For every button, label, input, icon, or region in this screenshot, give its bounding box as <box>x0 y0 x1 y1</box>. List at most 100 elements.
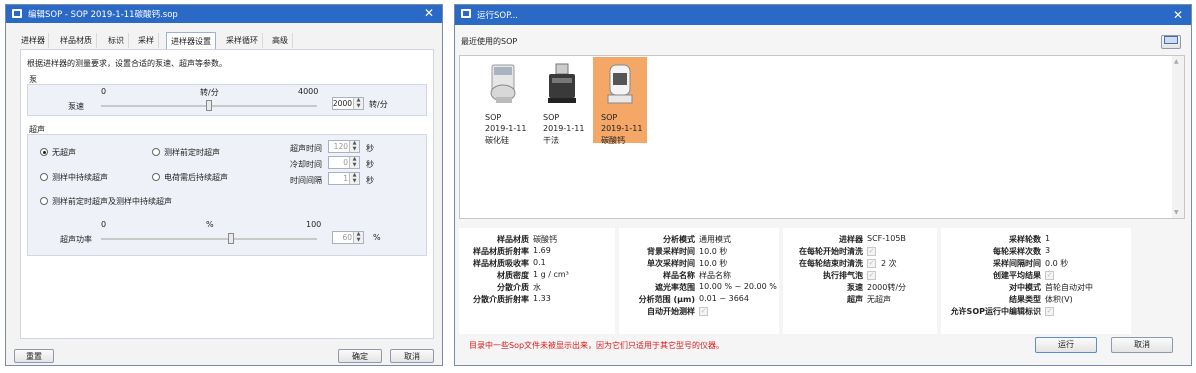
pump-speed-label: 泵速 <box>68 102 84 111</box>
info-label: 泵速 <box>847 283 863 292</box>
power-min-label: 0 <box>101 220 107 229</box>
power-label: 超声功率 <box>60 235 92 244</box>
info-value: 2 次 <box>881 259 897 268</box>
tab-sampling-cycle[interactable]: 采样循环 <box>222 33 263 48</box>
radio-timed-before[interactable] <box>152 148 160 156</box>
close-icon[interactable]: ✕ <box>424 6 434 20</box>
cancel-button[interactable]: 取消 <box>1111 337 1173 353</box>
info-label: 在每轮结束时清洗 <box>799 259 863 268</box>
radio-timed-and-continuous[interactable] <box>40 197 48 205</box>
tile-line1: SOP <box>601 113 618 122</box>
info-value: 样品名称 <box>699 271 731 280</box>
info-label: 在每轮开始时清洗 <box>799 247 863 256</box>
info-value: SCF-105B <box>867 234 906 243</box>
power-slider-track[interactable] <box>101 238 317 240</box>
scroll-up-icon[interactable]: ▲ <box>1174 58 1179 65</box>
info-label: 分析范围 (μm) <box>638 295 695 304</box>
tile-line1: SOP <box>543 113 560 122</box>
app-icon <box>461 9 471 18</box>
pump-speed-value: 2000 <box>332 99 352 108</box>
tile-line3: 碳化硅 <box>485 136 509 145</box>
checkbox[interactable]: ✓ <box>699 307 708 316</box>
reset-button[interactable]: 重置 <box>14 349 54 363</box>
info-value: 1 g / cm³ <box>533 270 569 279</box>
sop-tile[interactable]: SOP 2019-1-11 干法 <box>535 57 589 145</box>
info-label: 执行排气泡 <box>823 271 863 280</box>
power-stepper[interactable]: 60 ▲ ▼ <box>332 231 364 244</box>
spin-arrows-icon[interactable]: ▲ ▼ <box>349 156 359 168</box>
tile-line3: 干法 <box>543 136 559 145</box>
cancel-button[interactable]: 取消 <box>390 349 434 363</box>
power-slider-thumb[interactable] <box>227 233 234 244</box>
view-mode-icon <box>1164 36 1178 44</box>
sop-tile[interactable]: SOP 2019-1-11 碳化硅 <box>477 57 531 145</box>
tile-line1: SOP <box>485 113 502 122</box>
spin-arrows-icon[interactable]: ▲ ▼ <box>353 97 363 109</box>
info-analysis: 分析模式 通用模式 背景采样时间 10.0 秒单次采样时间 10.0 秒样品名称 样品名称… <box>619 228 779 334</box>
power-value: 60 <box>342 233 352 242</box>
checkbox[interactable]: ✓ <box>1045 307 1054 316</box>
pump-min-label: 0 <box>101 87 107 96</box>
run-button[interactable]: 运行 <box>1035 337 1097 353</box>
info-label: 采样间隔时间 <box>993 259 1041 268</box>
view-mode-button[interactable] <box>1161 35 1181 49</box>
info-label: 样品材质 <box>497 235 529 244</box>
radio-continuous-during[interactable] <box>40 173 48 181</box>
interval-time-stepper[interactable]: 1 ▲ ▼ <box>328 172 360 185</box>
list-scrollbar[interactable]: ▲ ▼ <box>1172 56 1184 218</box>
info-label: 样品材质折射率 <box>473 247 529 256</box>
checkbox[interactable]: ✓ <box>867 247 876 256</box>
checkbox[interactable]: ✓ <box>867 271 876 280</box>
info-value: 0.01 ~ 3664 <box>699 294 749 303</box>
tab-sampler[interactable]: 进样器 <box>18 33 49 48</box>
instruction-text: 根据进样器的测量要求，设置合适的泵速、超声等参数。 <box>27 59 227 68</box>
edit-sop-titlebar[interactable]: 编辑SOP - SOP 2019-1-11碳酸钙.sop ✕ <box>6 5 442 23</box>
info-label: 分析模式 <box>663 235 695 244</box>
info-sample-material: 样品材质 碳酸钙 样品材质折射率 1.69 样品材质吸收率 0.1 材质密度 1 g / cm… <box>459 228 615 334</box>
cooling-time-stepper[interactable]: 0 ▲ ▼ <box>328 156 360 169</box>
pump-speed-stepper[interactable]: 2000 ▲ ▼ <box>332 97 364 110</box>
tab-sampler-settings[interactable]: 进样器设置 <box>166 32 216 50</box>
info-label: 采样轮数 <box>1009 235 1041 244</box>
tab-advanced[interactable]: 高级 <box>268 33 293 48</box>
info-label: 分散介质 <box>497 283 529 292</box>
info-label: 单次采样时间 <box>647 259 695 268</box>
info-value: 首轮自动对中 <box>1045 283 1093 292</box>
tab-sample-material[interactable]: 样品材质 <box>56 33 97 48</box>
scroll-down-icon[interactable]: ▼ <box>1174 209 1179 216</box>
sop-tile-selected[interactable]: SOP 2019-1-11 碳酸钙 <box>593 57 647 145</box>
spin-arrows-icon[interactable]: ▲ ▼ <box>349 140 359 152</box>
info-label: 结果类型 <box>1009 295 1041 304</box>
info-value: 10.00 % ~ 20.00 % <box>699 282 777 291</box>
warning-text: 目录中一些Sop文件未被显示出来，因为它们只适用于其它型号的仪器。 <box>469 341 725 350</box>
interval-time-unit: 秒 <box>366 176 374 185</box>
power-value-unit: % <box>373 233 381 242</box>
info-value: 体积(V) <box>1045 295 1073 304</box>
pump-slider-thumb[interactable] <box>206 100 212 111</box>
info-label: 允许SOP运行中编辑标识 <box>950 307 1041 316</box>
radio-no-ultrasound[interactable] <box>40 148 48 156</box>
info-label: 样品材质吸收率 <box>473 259 529 268</box>
close-icon[interactable]: ✕ <box>1173 8 1183 22</box>
info-value: 无超声 <box>867 295 891 304</box>
spin-arrows-icon[interactable]: ▲ ▼ <box>353 231 363 243</box>
pump-group: 0 转/分 4000 泵速 2000 ▲ ▼ 转/分 <box>27 84 427 116</box>
run-sop-titlebar[interactable]: 运行SOP... ✕ <box>455 5 1191 25</box>
interval-time-label: 时间间隔 <box>290 176 322 185</box>
tab-identification[interactable]: 标识 <box>104 33 129 48</box>
radio-timed-before-label: 测样前定时超声 <box>164 148 220 157</box>
ok-button[interactable]: 确定 <box>338 349 382 363</box>
tile-line2: 2019-1-11 <box>601 124 643 133</box>
info-label: 每轮采样次数 <box>993 247 1041 256</box>
recent-sop-list[interactable]: ▲ ▼ SOP 2019-1-11 碳化硅 SOP 2019-1-11 干法 S… <box>459 55 1185 219</box>
spin-arrows-icon[interactable]: ▲ ▼ <box>349 172 359 184</box>
radio-continuous-after[interactable] <box>152 173 160 181</box>
checkbox[interactable]: ✓ <box>867 259 876 268</box>
tab-sampling[interactable]: 采样 <box>134 33 159 48</box>
cooling-time-value: 0 <box>343 158 348 167</box>
edit-sop-window: 编辑SOP - SOP 2019-1-11碳酸钙.sop ✕ 进样器 样品材质 … <box>5 4 443 366</box>
radio-no-ultrasound-label: 无超声 <box>52 148 76 157</box>
ultrasound-time-stepper[interactable]: 120 ▲ ▼ <box>328 140 360 153</box>
ultrasound-time-label: 超声时间 <box>290 144 322 153</box>
checkbox[interactable]: ✓ <box>1045 271 1054 280</box>
